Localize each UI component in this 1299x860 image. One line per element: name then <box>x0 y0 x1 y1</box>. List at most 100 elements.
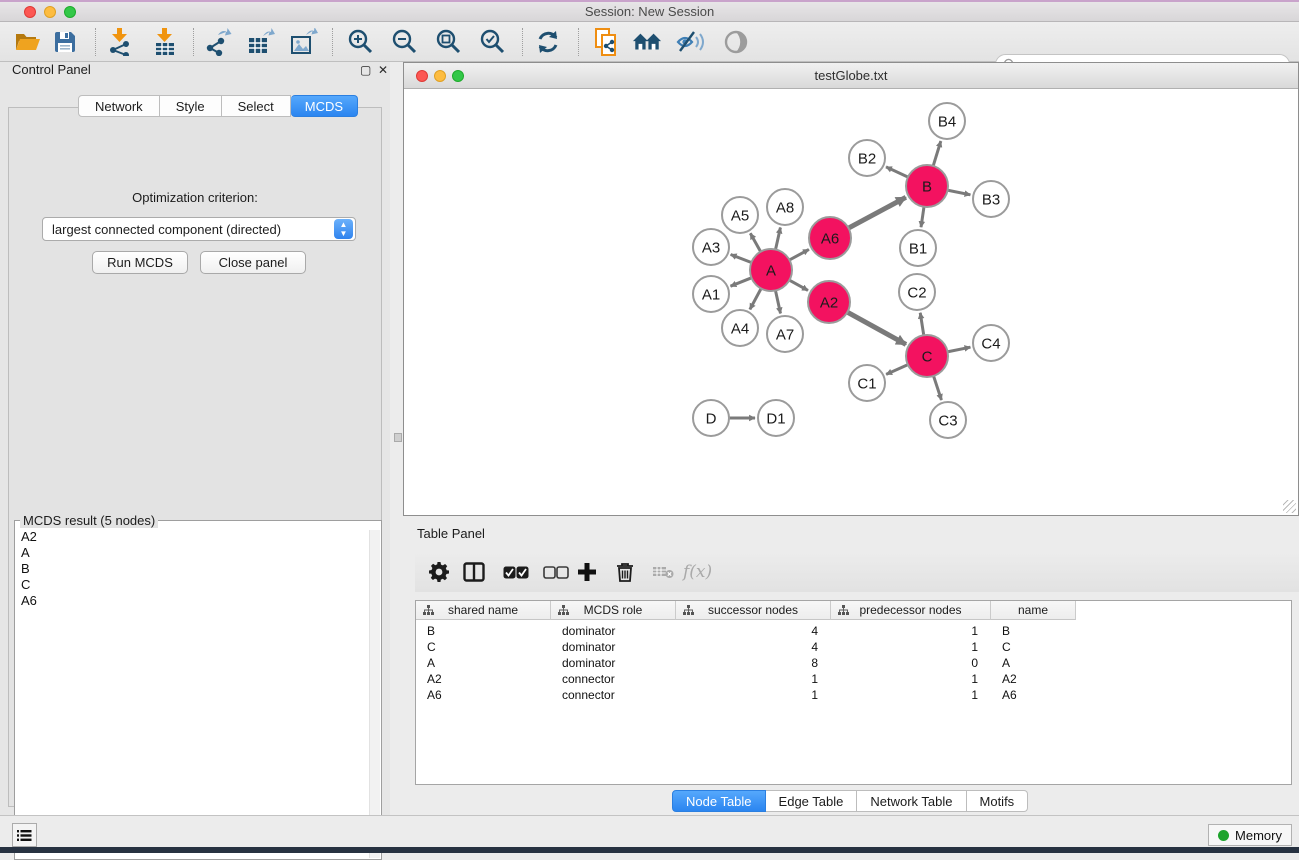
save-session-icon[interactable] <box>50 27 80 57</box>
graph-node-A[interactable]: A <box>750 249 792 291</box>
tab-network[interactable]: Network <box>78 95 160 117</box>
export-table-icon[interactable] <box>246 27 276 57</box>
table-cell[interactable]: A2 <box>416 671 551 687</box>
optimization-criterion-select[interactable]: largest connected component (directed) ▲… <box>42 217 356 241</box>
table-cell[interactable]: connector <box>551 687 676 703</box>
show-all-icon[interactable] <box>721 27 751 57</box>
close-panel-icon[interactable]: ✕ <box>378 63 388 77</box>
graph-node-A6[interactable]: A6 <box>809 217 851 259</box>
tab-select[interactable]: Select <box>222 95 291 117</box>
table-cell[interactable]: A6 <box>416 687 551 703</box>
mcds-result-item[interactable]: C <box>16 578 370 594</box>
column-header-predecessor-nodes[interactable]: predecessor nodes <box>831 601 991 620</box>
edge-B-B3[interactable] <box>947 190 971 195</box>
zoom-in-icon[interactable] <box>346 27 376 57</box>
edge-A-A2[interactable] <box>789 280 808 291</box>
table-cell[interactable]: 1 <box>831 639 991 655</box>
edge-B-B4[interactable] <box>933 141 941 167</box>
table-row[interactable]: Bdominator41B <box>416 623 1291 639</box>
mcds-result-item[interactable]: A <box>16 546 370 562</box>
refresh-icon[interactable] <box>533 27 563 57</box>
table-cell[interactable]: 0 <box>831 655 991 671</box>
hide-selected-icon[interactable] <box>676 27 706 57</box>
graph-node-A8[interactable]: A8 <box>767 189 803 225</box>
graph-node-C2[interactable]: C2 <box>899 274 935 310</box>
import-network-icon[interactable] <box>105 27 135 57</box>
close-panel-button[interactable]: Close panel <box>200 251 306 274</box>
edge-B-B1[interactable] <box>921 206 924 227</box>
edge-A-A5[interactable] <box>750 233 761 252</box>
graph-node-A4[interactable]: A4 <box>722 310 758 346</box>
tab-node-table[interactable]: Node Table <box>672 790 766 812</box>
table-cell[interactable]: 8 <box>676 655 831 671</box>
export-image-icon[interactable] <box>289 27 319 57</box>
edge-A-A7[interactable] <box>775 290 780 314</box>
edge-A-A3[interactable] <box>731 255 753 263</box>
table-cell[interactable]: 1 <box>831 623 991 639</box>
column-header-MCDS-role[interactable]: MCDS role <box>551 601 676 620</box>
run-mcds-button[interactable]: Run MCDS <box>92 251 188 274</box>
export-network-icon[interactable] <box>203 27 233 57</box>
graph-node-B1[interactable]: B1 <box>900 230 936 266</box>
table-cell[interactable]: C <box>416 639 551 655</box>
graph-node-A3[interactable]: A3 <box>693 229 729 265</box>
splitter-handle[interactable] <box>394 433 402 442</box>
table-cell[interactable]: 1 <box>831 671 991 687</box>
import-table-icon[interactable] <box>150 27 180 57</box>
edge-A2-C[interactable] <box>847 312 906 345</box>
network-graph[interactable]: AA1A2A3A4A5A6A7A8BB1B2B3B4CC1C2C3C4DD1 <box>404 89 1298 515</box>
edge-A-A8[interactable] <box>775 227 780 250</box>
tab-edge-table[interactable]: Edge Table <box>766 790 858 812</box>
column-header-successor-nodes[interactable]: successor nodes <box>676 601 831 620</box>
graph-node-A5[interactable]: A5 <box>722 197 758 233</box>
split-columns-icon[interactable] <box>463 560 485 584</box>
select-all-checkboxes-icon[interactable] <box>503 560 529 584</box>
table-cell[interactable]: connector <box>551 671 676 687</box>
table-cell[interactable]: A <box>416 655 551 671</box>
zoom-fit-icon[interactable] <box>434 27 464 57</box>
table-cell[interactable]: 1 <box>676 671 831 687</box>
table-cell[interactable]: B <box>991 623 1076 639</box>
result-scrollbar[interactable] <box>369 530 380 858</box>
table-row[interactable]: Cdominator41C <box>416 639 1291 655</box>
graph-node-A1[interactable]: A1 <box>693 276 729 312</box>
function-builder-icon[interactable]: f(x) <box>683 560 712 584</box>
graph-node-B2[interactable]: B2 <box>849 140 885 176</box>
tab-motifs[interactable]: Motifs <box>967 790 1029 812</box>
table-cell[interactable]: dominator <box>551 639 676 655</box>
delete-column-icon[interactable] <box>616 560 634 584</box>
graph-node-D[interactable]: D <box>693 400 729 436</box>
clone-network-icon[interactable] <box>592 27 622 57</box>
show-panels-list-button[interactable] <box>12 823 37 847</box>
edge-A-A1[interactable] <box>730 277 752 286</box>
table-cell[interactable]: dominator <box>551 655 676 671</box>
table-cell[interactable]: 1 <box>831 687 991 703</box>
table-cell[interactable]: B <box>416 623 551 639</box>
table-cell[interactable]: A2 <box>991 671 1076 687</box>
edge-C-C4[interactable] <box>947 347 971 352</box>
table-cell[interactable]: 1 <box>676 687 831 703</box>
table-cell[interactable]: 4 <box>676 639 831 655</box>
gear-icon[interactable] <box>428 560 450 584</box>
edge-A6-B[interactable] <box>848 197 906 228</box>
edge-A-A4[interactable] <box>750 288 762 310</box>
graph-node-C1[interactable]: C1 <box>849 365 885 401</box>
edge-A-A6[interactable] <box>789 249 809 260</box>
zoom-selected-icon[interactable] <box>478 27 508 57</box>
edge-C-C2[interactable] <box>920 313 924 336</box>
mcds-result-item[interactable]: B <box>16 562 370 578</box>
table-cell[interactable]: dominator <box>551 623 676 639</box>
memory-button[interactable]: Memory <box>1208 824 1292 846</box>
table-row[interactable]: A2connector11A2 <box>416 671 1291 687</box>
graph-node-B3[interactable]: B3 <box>973 181 1009 217</box>
graph-node-B[interactable]: B <box>906 165 948 207</box>
graph-node-A2[interactable]: A2 <box>808 281 850 323</box>
deselect-all-checkboxes-icon[interactable] <box>543 560 569 584</box>
float-panel-icon[interactable]: ▢ <box>360 63 371 77</box>
graph-node-D1[interactable]: D1 <box>758 400 794 436</box>
edge-C-C1[interactable] <box>886 364 909 374</box>
graph-node-C3[interactable]: C3 <box>930 402 966 438</box>
tab-mcds[interactable]: MCDS <box>291 95 358 117</box>
graph-node-B4[interactable]: B4 <box>929 103 965 139</box>
column-header-shared-name[interactable]: shared name <box>416 601 551 620</box>
